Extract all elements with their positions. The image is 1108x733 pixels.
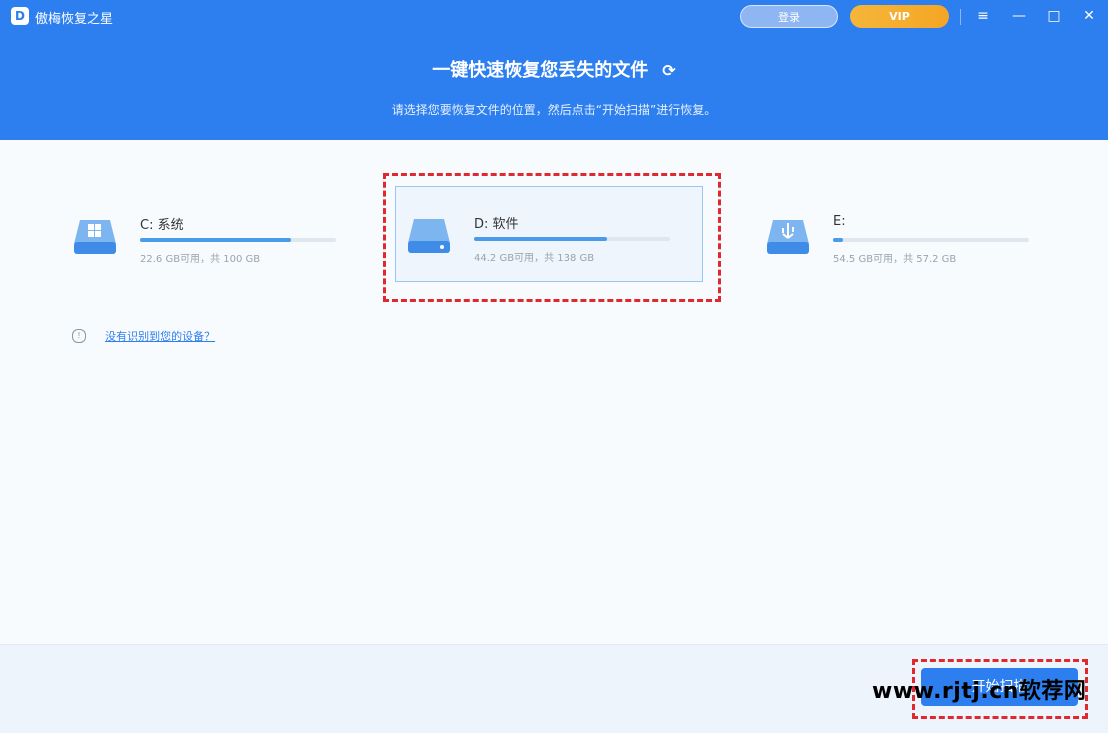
page-subtitle: 请选择您要恢复文件的位置，然后点击“开始扫描”进行恢复。: [391, 103, 717, 117]
usb-drive-icon: [767, 220, 809, 254]
drive-capacity: 54.5 GB可用，共 57.2 GB: [833, 254, 957, 265]
drive-card-e[interactable]: E: 54.5 GB可用，共 57.2 GB: [755, 188, 1063, 284]
titlebar-divider: [960, 9, 961, 25]
drive-capacity: 22.6 GB可用，共 100 GB: [140, 254, 261, 265]
menu-icon[interactable]: ≡: [973, 6, 993, 26]
watermark-text: www.rjtj.cn软荐网: [872, 679, 1087, 704]
page-title-text: 一键快速恢复您丢失的文件: [432, 60, 649, 81]
drive-free-space: 54.5 GB可用: [833, 254, 894, 265]
drive-name: E:: [833, 214, 846, 229]
drive-total-space: 共 57.2 GB: [903, 254, 957, 265]
device-not-found-link[interactable]: 没有识别到您的设备？: [105, 330, 215, 343]
drive-usage-bar: [140, 238, 336, 242]
login-button[interactable]: 登录: [740, 5, 838, 28]
drive-name: C: 系统: [140, 218, 184, 233]
app-logo: D: [11, 7, 29, 25]
title-bar: D 傲梅恢复之星 登录 VIP ≡ — □ ✕: [0, 0, 1108, 34]
windows-drive-icon: [74, 220, 116, 254]
page-title: 一键快速恢复您丢失的文件 ⟳: [0, 56, 1108, 82]
info-icon: !: [72, 328, 86, 343]
device-help: ! 没有识别到您的设备？: [72, 325, 215, 344]
refresh-icon[interactable]: ⟳: [662, 61, 675, 80]
drive-card-c[interactable]: C: 系统 22.6 GB可用，共 100 GB: [62, 188, 370, 284]
maximize-icon[interactable]: □: [1044, 6, 1064, 26]
drive-usage-bar: [833, 238, 1029, 242]
minimize-icon[interactable]: —: [1009, 6, 1029, 26]
drive-total-space: 共 100 GB: [210, 254, 261, 265]
close-icon[interactable]: ✕: [1079, 6, 1099, 26]
vip-button[interactable]: VIP: [850, 5, 949, 28]
drive-free-space: 22.6 GB可用: [140, 254, 201, 265]
selection-highlight: [383, 173, 721, 302]
header-banner: D 傲梅恢复之星 登录 VIP ≡ — □ ✕ 一键快速恢复您丢失的文件 ⟳ 请选…: [0, 0, 1108, 140]
drive-usage-fill: [833, 238, 843, 242]
drive-usage-fill: [140, 238, 291, 242]
app-name: 傲梅恢复之星: [35, 12, 114, 27]
